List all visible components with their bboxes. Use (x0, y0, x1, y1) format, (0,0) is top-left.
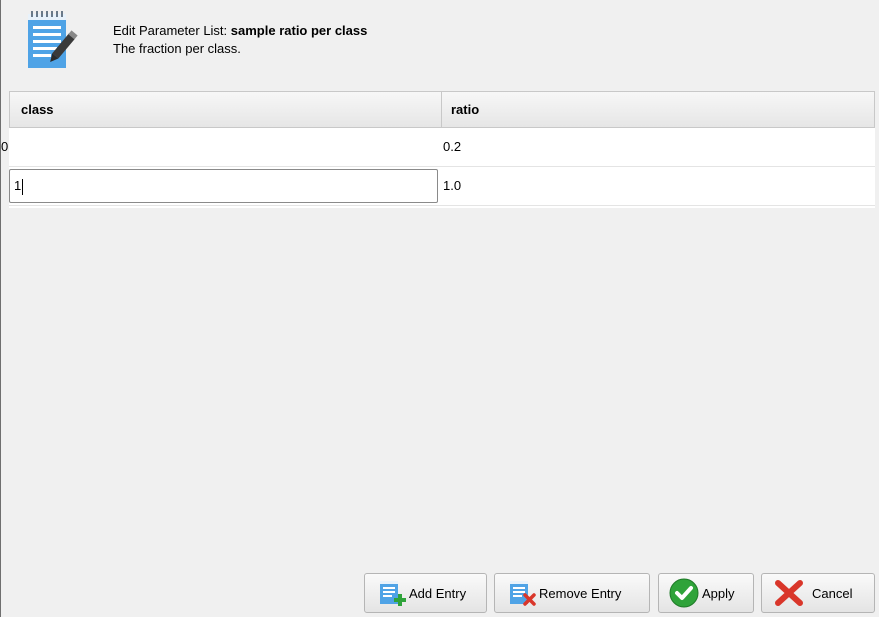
dialog-header: Edit Parameter List: sample ratio per cl… (0, 0, 879, 90)
table-row[interactable]: 0 0.2 (1, 128, 875, 167)
remove-entry-button[interactable]: Remove Entry (494, 573, 650, 613)
parameter-table: class ratio 0 0.2 1 1.0 (1, 91, 875, 208)
table-row[interactable]: 1 1.0 (9, 167, 875, 206)
document-remove-icon (510, 581, 536, 606)
cancel-label: Cancel (812, 585, 853, 601)
cancel-button[interactable]: Cancel (761, 573, 875, 613)
apply-label: Apply (702, 585, 735, 601)
parameter-name: sample ratio per class (230, 23, 368, 38)
window-left-border (0, 0, 1, 617)
cell-ratio[interactable]: 1.0 (441, 167, 875, 205)
add-entry-label: Add Entry (409, 585, 467, 601)
add-entry-button[interactable]: Add Entry (364, 573, 487, 613)
cell-class[interactable]: 0 (0, 128, 432, 166)
cell-ratio[interactable]: 0.2 (441, 128, 875, 166)
cross-icon (775, 580, 803, 606)
title-prefix: Edit Parameter List: (113, 23, 231, 38)
class-edit-value: 1 (14, 178, 22, 193)
text-caret (22, 178, 24, 195)
column-header-class[interactable]: class (10, 92, 442, 127)
apply-button[interactable]: Apply (658, 573, 754, 613)
column-header-ratio[interactable]: ratio (442, 92, 874, 127)
cell-class-editor[interactable]: 1 (9, 167, 441, 205)
dialog-subtitle: The fraction per class. (113, 41, 241, 56)
remove-entry-label: Remove Entry (539, 585, 622, 601)
table-header: class ratio (9, 91, 875, 128)
checkmark-icon (669, 578, 699, 608)
document-edit-icon (28, 11, 78, 68)
class-edit-field[interactable]: 1 (9, 169, 438, 203)
dialog-title: Edit Parameter List: sample ratio per cl… (113, 22, 367, 40)
document-add-icon (380, 581, 406, 606)
